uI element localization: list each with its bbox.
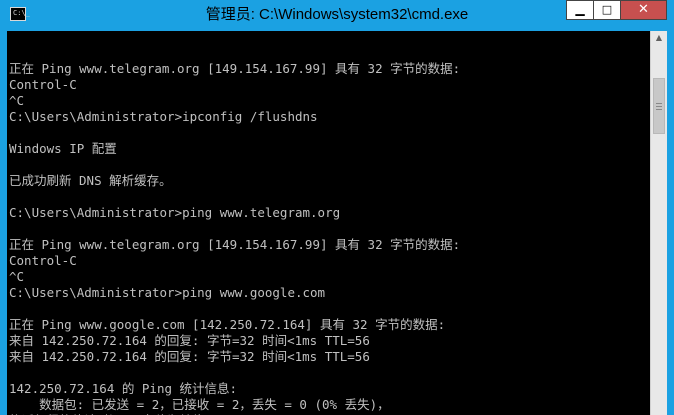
console-line: Windows IP 配置: [9, 141, 117, 156]
thumb-grip-line: [656, 109, 662, 110]
console-line: C:\Users\Administrator>ping www.telegram…: [9, 205, 341, 220]
thumb-grip-line: [656, 106, 662, 107]
console-line: ^C: [9, 93, 25, 108]
minimize-button[interactable]: ▁: [566, 0, 593, 20]
console-line: 数据包: 已发送 = 2，已接收 = 2，丢失 = 0 (0% 丢失)，: [9, 397, 390, 412]
scroll-thumb[interactable]: [653, 78, 665, 134]
console-text: 正在 Ping www.telegram.org [149.154.167.99…: [9, 45, 460, 415]
console-line: 来自 142.250.72.164 的回复: 字节=32 时间<1ms TTL=…: [9, 349, 370, 364]
console-line: ^C: [9, 269, 25, 284]
console-line: 来自 142.250.72.164 的回复: 字节=32 时间<1ms TTL=…: [9, 333, 370, 348]
console-line: Control-C: [9, 77, 77, 92]
console-line: C:\Users\Administrator>ping www.google.c…: [9, 285, 326, 300]
console-line: 142.250.72.164 的 Ping 统计信息:: [9, 381, 238, 396]
title-bar[interactable]: C:\_ 管理员: C:\Windows\system32\cmd.exe ▁ …: [7, 0, 667, 31]
vertical-scrollbar[interactable]: ▲: [650, 31, 667, 415]
close-button[interactable]: ✕: [620, 0, 667, 20]
scroll-up-arrow-icon[interactable]: ▲: [651, 33, 667, 42]
maximize-button[interactable]: □: [593, 0, 620, 20]
console-line: 正在 Ping www.telegram.org [149.154.167.99…: [9, 237, 461, 252]
console-line: 正在 Ping www.google.com [142.250.72.164] …: [9, 317, 446, 332]
cmd-window: C:\_ 管理员: C:\Windows\system32\cmd.exe ▁ …: [0, 0, 674, 415]
console-line: 已成功刷新 DNS 解析缓存。: [9, 173, 172, 188]
console-line: Control-C: [9, 253, 77, 268]
console-line: 正在 Ping www.telegram.org [149.154.167.99…: [9, 61, 461, 76]
console-line: C:\Users\Administrator>ipconfig /flushdn…: [9, 109, 318, 124]
console-output-area[interactable]: 正在 Ping www.telegram.org [149.154.167.99…: [7, 31, 650, 415]
thumb-grip-line: [656, 103, 662, 104]
